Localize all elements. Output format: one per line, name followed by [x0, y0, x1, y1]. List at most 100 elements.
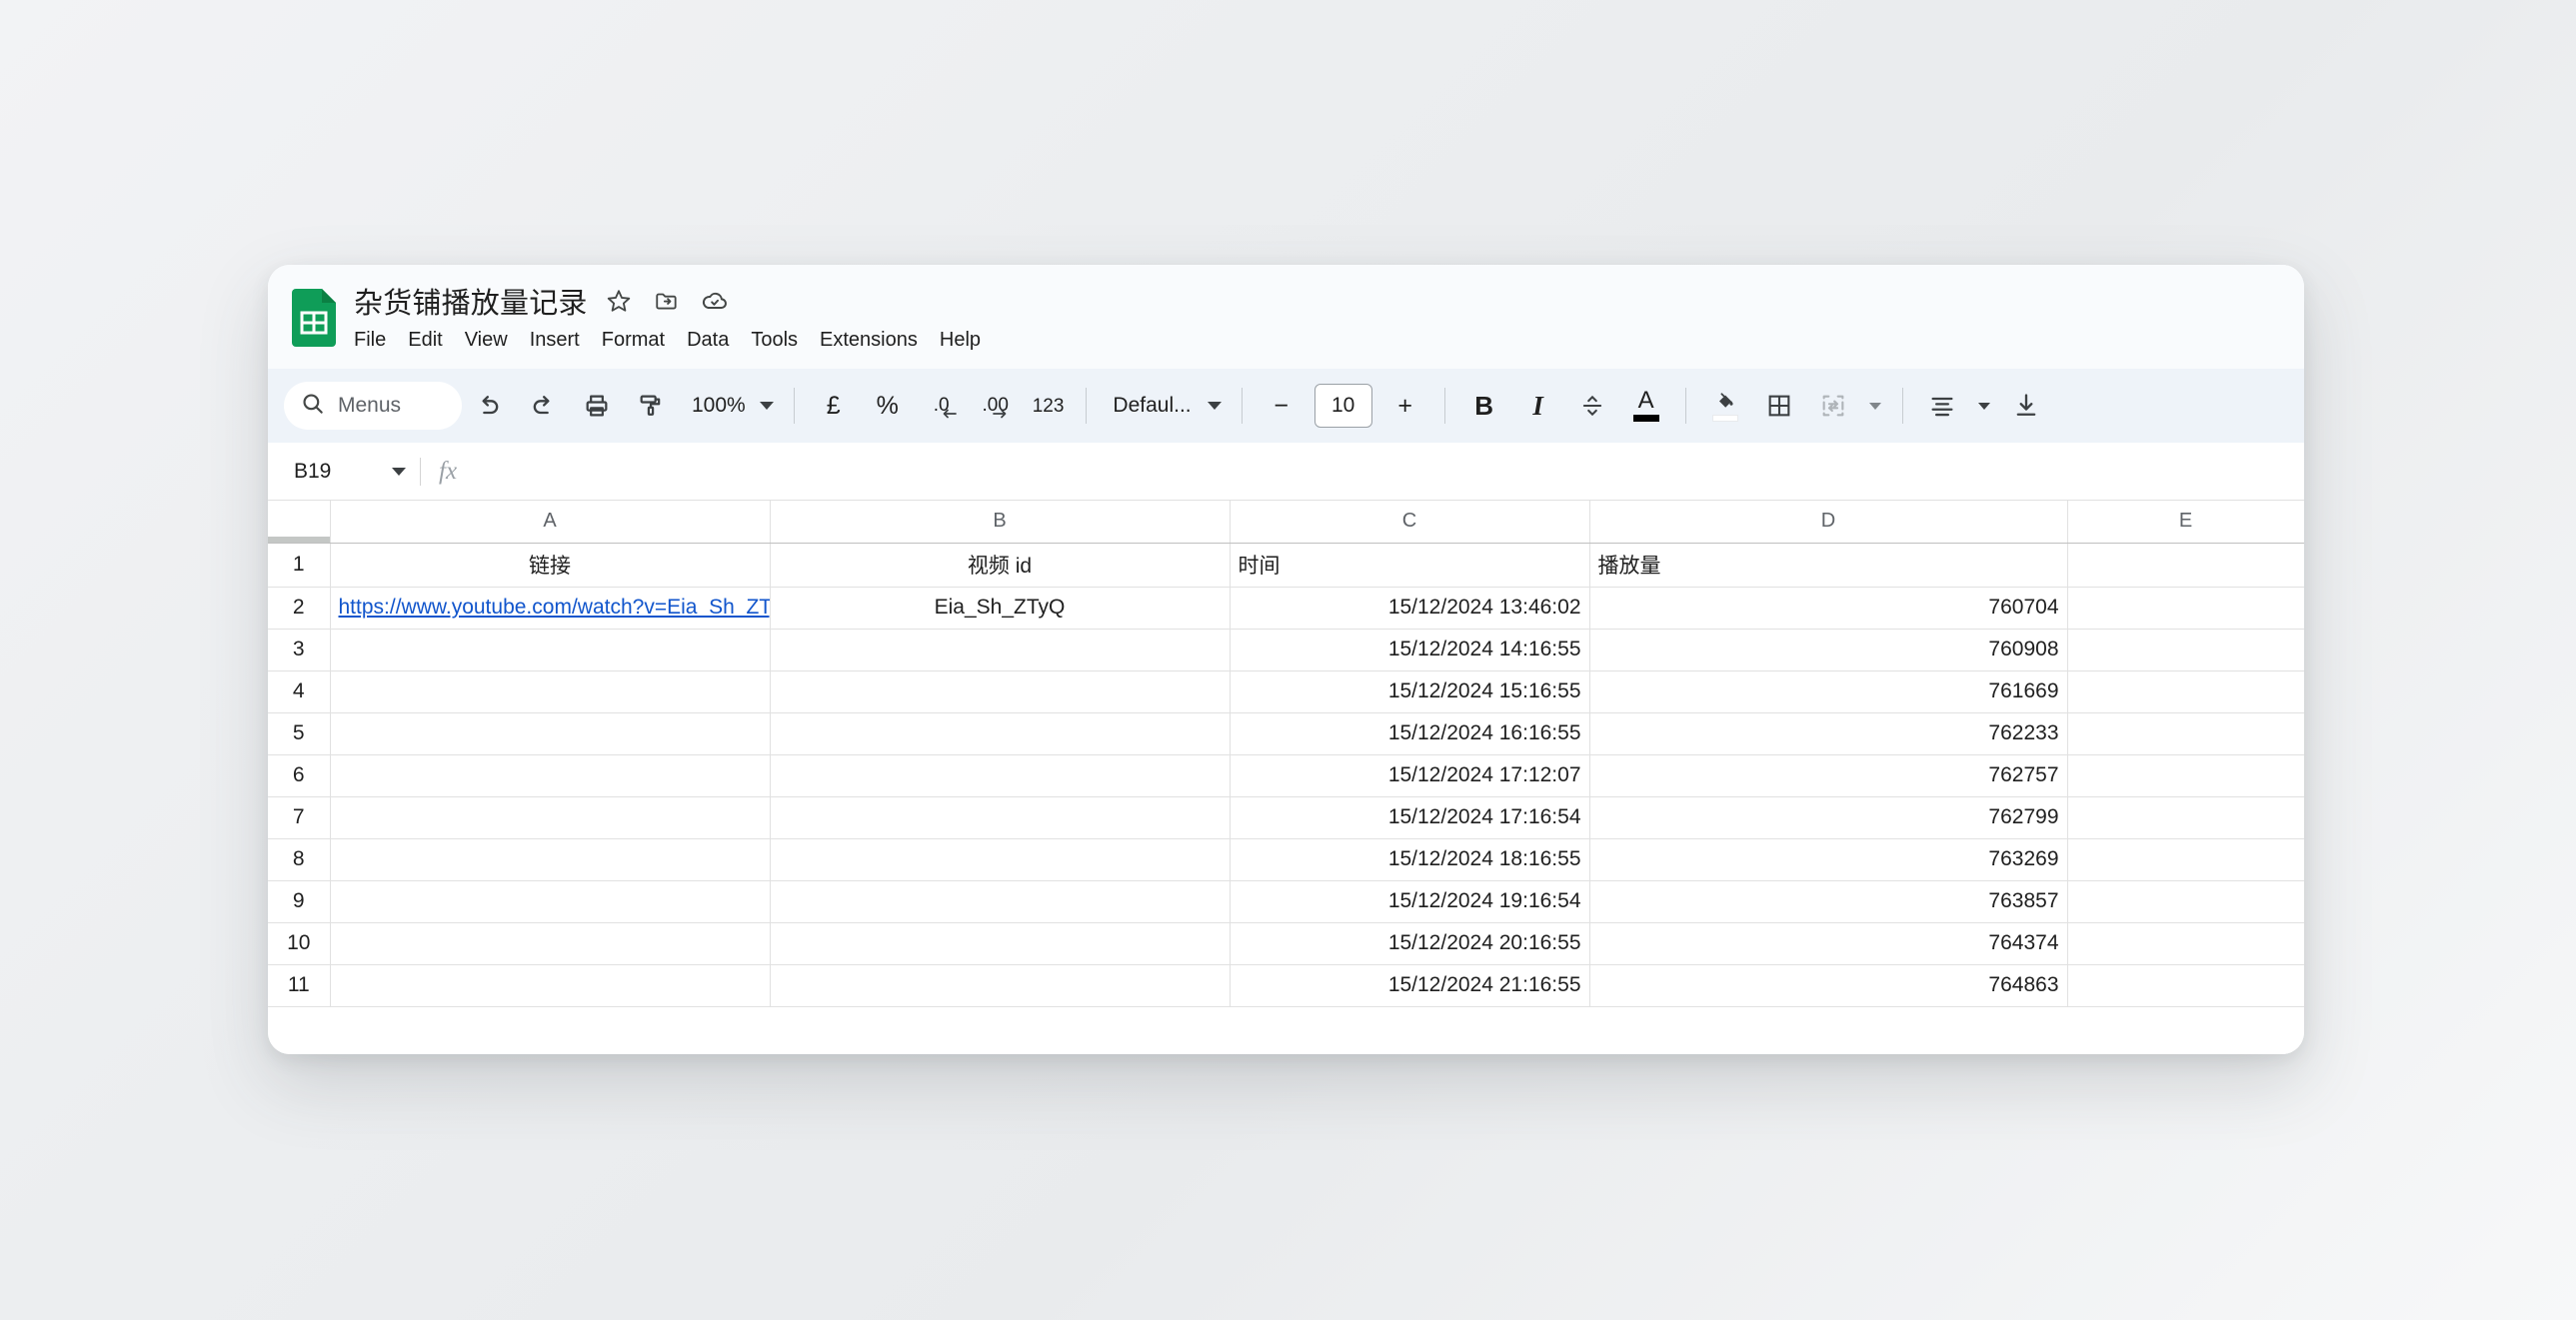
paint-format-button[interactable] [626, 381, 676, 431]
merge-cells-button[interactable] [1808, 381, 1858, 431]
cell-c4[interactable]: 15/12/2024 15:16:55 [1230, 670, 1590, 713]
column-header-a[interactable]: A [330, 501, 771, 544]
row-header-4[interactable]: 4 [268, 670, 331, 713]
decrease-font-size-button[interactable]: − [1257, 381, 1306, 431]
cell-e5[interactable] [2067, 712, 2304, 755]
cell-c5[interactable]: 15/12/2024 16:16:55 [1230, 712, 1590, 755]
text-color-button[interactable]: A [1621, 381, 1671, 431]
cell-b6[interactable] [770, 754, 1231, 797]
cell-b7[interactable] [770, 796, 1231, 839]
strikethrough-button[interactable] [1567, 381, 1617, 431]
increase-decimal-button[interactable]: .00 [971, 381, 1021, 431]
cell-e3[interactable] [2067, 629, 2304, 671]
star-icon[interactable] [602, 284, 636, 318]
borders-button[interactable] [1754, 381, 1804, 431]
row-header-8[interactable]: 8 [268, 838, 331, 881]
menu-item-file[interactable]: File [354, 326, 397, 355]
row-header-7[interactable]: 7 [268, 796, 331, 839]
cell-e9[interactable] [2067, 880, 2304, 923]
zoom-select[interactable]: 100% [680, 381, 780, 431]
column-header-c[interactable]: C [1230, 501, 1590, 544]
menu-item-extensions[interactable]: Extensions [809, 326, 929, 355]
number-format-button[interactable]: 123 [1025, 381, 1073, 431]
cell-a9[interactable] [330, 880, 771, 923]
cell-c8[interactable]: 15/12/2024 18:16:55 [1230, 838, 1590, 881]
column-header-d[interactable]: D [1589, 501, 2068, 544]
cell-b1[interactable]: 视频 id [770, 543, 1231, 588]
cell-d4[interactable]: 761669 [1589, 670, 2068, 713]
currency-format-button[interactable]: £ [809, 381, 859, 431]
cell-c3[interactable]: 15/12/2024 14:16:55 [1230, 629, 1590, 671]
row-header-11[interactable]: 11 [268, 964, 331, 1007]
cell-d11[interactable]: 764863 [1589, 964, 2068, 1007]
cell-b11[interactable] [770, 964, 1231, 1007]
font-family-select[interactable]: Defaul... [1099, 381, 1229, 431]
cell-b2[interactable]: Eia_Sh_ZTyQ [770, 587, 1231, 630]
row-header-2[interactable]: 2 [268, 587, 331, 630]
cell-a1[interactable]: 链接 [330, 543, 771, 588]
merge-cells-dropdown[interactable] [1862, 381, 1888, 431]
cloud-saved-icon[interactable] [698, 284, 732, 318]
cell-e7[interactable] [2067, 796, 2304, 839]
cell-d3[interactable]: 760908 [1589, 629, 2068, 671]
cell-e10[interactable] [2067, 922, 2304, 965]
cell-a7[interactable] [330, 796, 771, 839]
cell-a6[interactable] [330, 754, 771, 797]
cell-a2[interactable]: https://www.youtube.com/watch?v=Eia_Sh_Z… [330, 587, 771, 630]
increase-font-size-button[interactable]: + [1380, 381, 1430, 431]
italic-button[interactable]: I [1513, 381, 1563, 431]
column-header-b[interactable]: B [770, 501, 1231, 544]
cell-b3[interactable] [770, 629, 1231, 671]
row-header-9[interactable]: 9 [268, 880, 331, 923]
chevron-down-icon[interactable] [392, 467, 406, 476]
name-box[interactable]: B19 [288, 453, 412, 491]
select-all-corner[interactable] [268, 501, 331, 544]
cell-b8[interactable] [770, 838, 1231, 881]
font-size-input[interactable]: 10 [1313, 384, 1372, 428]
cell-c9[interactable]: 15/12/2024 19:16:54 [1230, 880, 1590, 923]
menu-item-edit[interactable]: Edit [397, 326, 453, 355]
cell-c2[interactable]: 15/12/2024 13:46:02 [1230, 587, 1590, 630]
youtube-link[interactable]: https://www.youtube.com/watch?v=Eia_Sh_Z… [339, 596, 770, 619]
cell-b4[interactable] [770, 670, 1231, 713]
cell-a3[interactable] [330, 629, 771, 671]
column-header-e[interactable]: E [2067, 501, 2304, 544]
redo-button[interactable] [518, 381, 568, 431]
menu-item-help[interactable]: Help [929, 326, 992, 355]
cell-a5[interactable] [330, 712, 771, 755]
row-header-5[interactable]: 5 [268, 712, 331, 755]
horizontal-align-button[interactable] [1917, 381, 1967, 431]
undo-button[interactable] [464, 381, 514, 431]
search-input[interactable]: Menus [284, 382, 462, 430]
cell-d7[interactable]: 762799 [1589, 796, 2068, 839]
print-button[interactable] [572, 381, 622, 431]
cell-d10[interactable]: 764374 [1589, 922, 2068, 965]
bold-button[interactable]: B [1459, 381, 1509, 431]
row-header-3[interactable]: 3 [268, 629, 331, 671]
cell-b9[interactable] [770, 880, 1231, 923]
cell-d1[interactable]: 播放量 [1589, 543, 2068, 588]
cell-e1[interactable] [2067, 543, 2304, 588]
cell-e6[interactable] [2067, 754, 2304, 797]
row-header-6[interactable]: 6 [268, 754, 331, 797]
menu-item-format[interactable]: Format [591, 326, 676, 355]
row-header-10[interactable]: 10 [268, 922, 331, 965]
menu-item-insert[interactable]: Insert [519, 326, 591, 355]
cell-a11[interactable] [330, 964, 771, 1007]
cell-a8[interactable] [330, 838, 771, 881]
cell-e8[interactable] [2067, 838, 2304, 881]
cell-c7[interactable]: 15/12/2024 17:16:54 [1230, 796, 1590, 839]
cell-c1[interactable]: 时间 [1230, 543, 1590, 588]
vertical-align-button[interactable] [2001, 381, 2051, 431]
cell-e4[interactable] [2067, 670, 2304, 713]
menu-item-view[interactable]: View [454, 326, 519, 355]
row-header-1[interactable]: 1 [268, 543, 331, 588]
cell-c6[interactable]: 15/12/2024 17:12:07 [1230, 754, 1590, 797]
cell-d9[interactable]: 763857 [1589, 880, 2068, 923]
move-to-folder-icon[interactable] [650, 284, 684, 318]
cell-a10[interactable] [330, 922, 771, 965]
cell-d2[interactable]: 760704 [1589, 587, 2068, 630]
page-title[interactable]: 杂货铺播放量记录 [354, 280, 588, 322]
cell-b5[interactable] [770, 712, 1231, 755]
fill-color-button[interactable] [1700, 381, 1750, 431]
